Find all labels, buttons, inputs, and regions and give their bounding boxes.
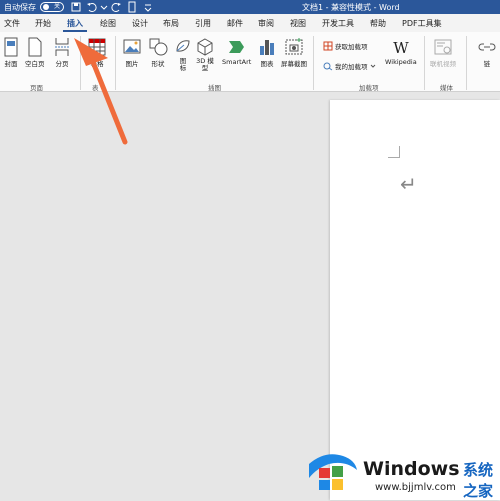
shapes-icon [149,38,168,56]
document-title: 文档1 - 兼容性模式 - Word [302,3,400,12]
watermark-cn: 系统之家 [463,461,494,500]
group-divider [424,36,425,90]
group-label-tables: 表 [92,84,99,92]
redo-icon[interactable] [110,1,122,13]
page-break-label: 分页 [55,60,69,68]
link-icon [478,43,496,51]
link-button[interactable]: 链 [478,37,496,68]
tab-developer[interactable]: 开发工具 [322,18,354,29]
cover-page-button[interactable]: 封面 [3,37,19,68]
page-break-icon [55,38,69,56]
screenshot-button[interactable]: 屏幕截图 [281,37,307,68]
table-icon [88,38,106,56]
table-label: 表格 [90,60,104,68]
table-button[interactable]: 表格 [88,37,106,68]
touch-mode-icon[interactable] [126,1,138,13]
smartart-button[interactable]: SmartArt [222,37,251,66]
autosave-state: 关 [53,3,60,10]
screenshot-label: 屏幕截图 [281,60,307,68]
picture-icon [123,39,141,54]
group-label-media: 媒体 [440,84,453,92]
smartart-label: SmartArt [222,58,252,66]
tab-design[interactable]: 设计 [132,18,148,29]
tab-layout[interactable]: 布局 [163,18,179,29]
cube-icon [197,38,213,56]
online-video-label: 联机视频 [430,60,456,68]
undo-icon[interactable] [86,1,98,13]
my-addins-icon [323,62,333,71]
title-bar: 自动保存 关 文档1 - 兼容性模式 - Word [0,0,500,14]
3d-models-button[interactable]: 3D 模 型 [196,37,214,72]
smartart-icon [228,41,244,53]
store-icon [323,41,333,51]
watermark-url: www.bjjmlv.com [375,482,456,493]
group-label-illustrations: 插图 [208,84,221,92]
icons-button[interactable]: 图 标 [174,37,192,72]
watermark-brand: Windows [363,458,460,480]
page-break-button[interactable]: 分页 [54,37,70,68]
toggle-knob [43,4,49,10]
ribbon-insert: 封面 空白页 分页 表格 图片 形状 图 标 3D 模 型 SmartArt 图… [0,32,500,92]
pictures-button[interactable]: 图片 [123,37,141,68]
autosave-label: 自动保存 [4,3,36,12]
cover-page-label: 封面 [4,60,18,68]
tab-insert[interactable]: 插入 [67,18,83,29]
group-label-addins: 加载项 [359,84,379,92]
wikipedia-icon: W [393,39,409,57]
shapes-button[interactable]: 形状 [148,37,168,68]
tab-review[interactable]: 审阅 [258,18,274,29]
get-addins-label: 获取加载项 [335,43,368,51]
video-icon [434,39,452,55]
icons-gallery-icon [176,40,190,52]
tab-draw[interactable]: 绘图 [100,18,116,29]
margin-corner-mark [388,146,400,158]
my-addins-label: 我的加载项 [335,63,368,71]
wikipedia-label: Wikipedia [385,58,417,66]
3d-models-label-bottom: 型 [201,64,209,72]
shapes-label: 形状 [151,60,165,68]
tab-home[interactable]: 开始 [35,18,51,29]
windows-logo-icon [309,454,357,490]
get-addins-button[interactable]: 获取加载项 [323,41,368,51]
blank-page-label: 空白页 [25,60,45,68]
save-icon[interactable] [70,1,82,13]
icons-label-bottom: 标 [179,64,187,72]
blank-page-button[interactable]: 空白页 [25,37,45,68]
watermark: Windows 系统之家 www.bjjmlv.com [305,444,500,500]
group-divider [313,36,314,90]
wikipedia-button[interactable]: W Wikipedia [385,37,417,66]
bar-chart-icon [260,40,274,55]
group-divider [80,36,81,90]
paragraph-mark-icon: ↵ [400,172,417,196]
tab-references[interactable]: 引用 [195,18,211,29]
chart-button[interactable]: 图表 [258,37,276,68]
my-addins-button[interactable]: 我的加载项 [323,61,376,71]
chevron-down-icon[interactable] [98,1,110,13]
customize-quick-access-icon[interactable] [142,1,154,13]
group-divider [115,36,116,90]
group-label-pages: 页面 [30,84,43,92]
tab-pdf-tools[interactable]: PDF工具集 [402,18,442,29]
svg-text:W: W [393,39,409,57]
tab-file[interactable]: 文件 [4,18,20,29]
tab-view[interactable]: 视图 [290,18,306,29]
screenshot-icon [285,38,303,55]
tab-help[interactable]: 帮助 [370,18,386,29]
tab-mailings[interactable]: 邮件 [227,18,243,29]
online-video-button[interactable]: 联机视频 [430,37,456,68]
chart-label: 图表 [260,60,274,68]
autosave-toggle[interactable]: 关 [40,2,64,12]
pictures-label: 图片 [125,60,139,68]
link-label: 链 [483,60,491,68]
group-divider [466,36,467,90]
cover-page-icon [4,37,18,57]
document-page[interactable]: ↵ [330,100,500,500]
chevron-down-icon [370,64,375,68]
blank-page-icon [28,37,42,57]
